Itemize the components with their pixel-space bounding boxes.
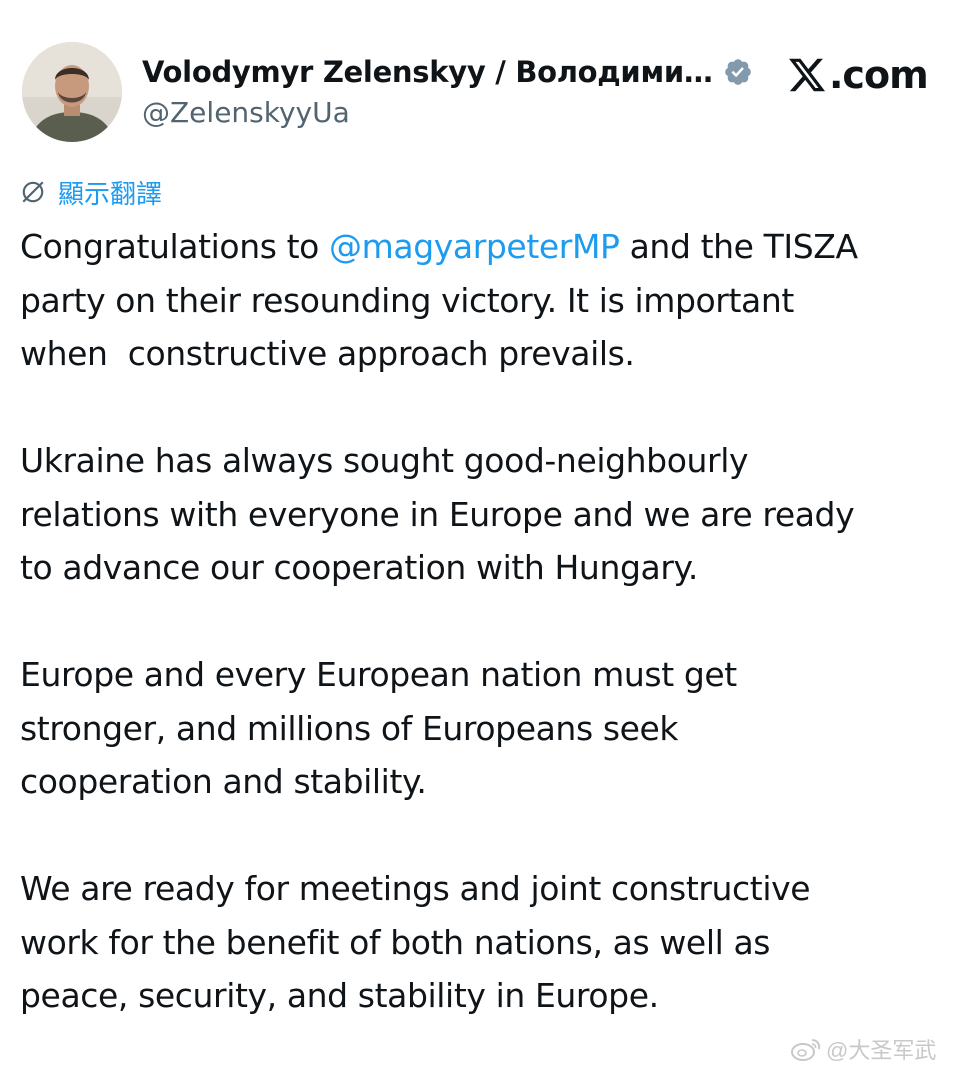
tweet-paragraph-1: Congratulations to @magyarpeterMP and th… <box>20 220 940 381</box>
author-name-row[interactable]: Volodymyr Zelenskyy / Володими… <box>142 52 753 92</box>
tweet-paragraph-4: We are ready for meetings and joint cons… <box>20 869 811 1015</box>
handle[interactable]: @ZelenskyyUa <box>142 96 350 129</box>
show-translation-button[interactable]: 顯示翻譯 <box>20 172 162 212</box>
watermark: @大圣军武 <box>790 1034 936 1064</box>
tweet-text: Congratulations to @magyarpeterMP and th… <box>20 220 940 1023</box>
site-domain: .com <box>829 53 929 97</box>
x-logo-icon <box>789 58 826 92</box>
watermark-text: @大圣军武 <box>826 1038 937 1063</box>
avatar-photo <box>22 42 122 142</box>
site-brand: .com <box>787 50 929 100</box>
avatar[interactable] <box>22 42 122 142</box>
tweet-p1-pre: Congratulations to <box>20 227 330 266</box>
mention-link[interactable]: @magyarpeterMP <box>329 227 620 266</box>
weibo-logo-icon <box>791 1039 821 1061</box>
verified-badge-icon <box>724 59 751 85</box>
display-name[interactable]: Volodymyr Zelenskyy / Володими… <box>142 55 713 89</box>
tweet-paragraph-2: Ukraine has always sought good-neighbour… <box>20 441 855 587</box>
translate-icon <box>22 181 44 203</box>
tweet-paragraph-3: Europe and every European nation must ge… <box>20 655 737 801</box>
show-translation-label: 顯示翻譯 <box>58 178 163 209</box>
